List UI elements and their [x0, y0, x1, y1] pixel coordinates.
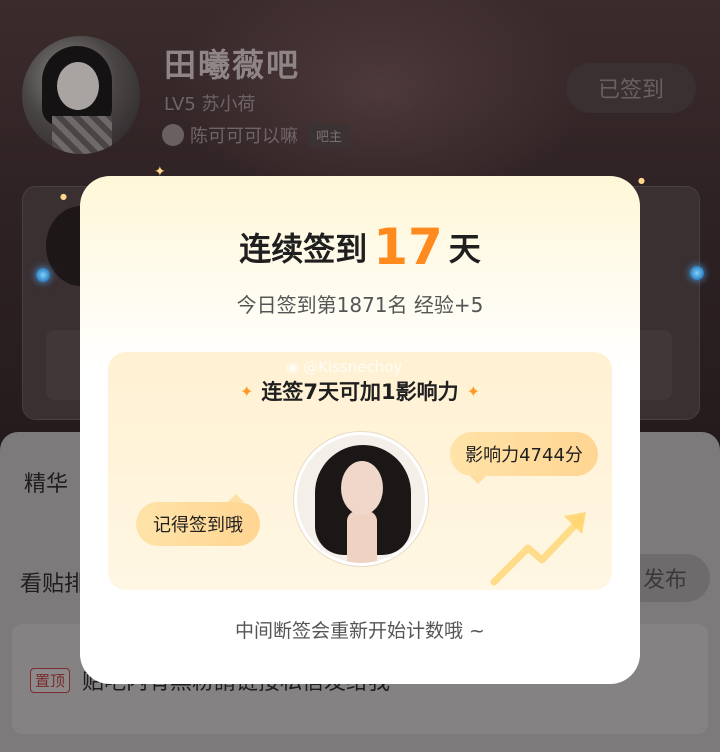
streak-reset-note: 中间断签会重新开始计数哦 ~ [235, 620, 485, 642]
orb-icon [690, 266, 704, 280]
watermark-text: @Kissnechoy [303, 358, 403, 376]
bonus-text: 连签7天可加1影响力 [261, 380, 459, 404]
sparkle-icon: ✦ [466, 382, 481, 401]
weibo-icon: ◉ [286, 358, 300, 376]
bonus-heading: ✦ 连签7天可加1影响力 ✦ [108, 376, 612, 406]
sparkle-icon: ✦ [239, 382, 254, 401]
pinned-badge: 置顶 [30, 668, 71, 693]
owner-name: 陈可可可以嘛 [190, 126, 298, 147]
streak-title-prefix: 连续签到 [239, 230, 368, 268]
forum-owner[interactable]: 陈可可可以嘛 吧主 [162, 122, 351, 148]
forum-avatar[interactable] [22, 36, 140, 154]
tab-featured[interactable]: 精华 [24, 466, 68, 498]
orb-icon [36, 268, 50, 282]
sign-in-rank: 今日签到第1871名 经验+5 [236, 293, 484, 317]
bonus-card: ✦ 连签7天可加1影响力 ✦ 影响力4744分 记得签到哦 [108, 352, 612, 590]
user-avatar [294, 432, 428, 566]
signed-in-button[interactable]: 已签到 [566, 63, 696, 113]
owner-badge: 吧主 [308, 123, 351, 147]
sparkle-icon: ● [60, 192, 67, 201]
sign-in-success-modal: 连续签到 17 天 今日签到第1871名 经验+5 ✦ 连签7天可加1影响力 ✦ 影响力… [80, 176, 640, 684]
remember-bubble: 记得签到哦 [136, 494, 260, 546]
streak-title: 连续签到 17 天 [80, 218, 640, 276]
forum-level: LV5 苏小荷 [164, 94, 256, 115]
owner-avatar [162, 124, 184, 146]
streak-title-suffix: 天 [448, 230, 481, 268]
watermark: ◉ @Kissnechoy [286, 358, 402, 376]
streak-days: 17 [373, 218, 443, 276]
forum-title: 田曦薇吧 [164, 46, 301, 84]
sparkle-icon: ● [638, 176, 645, 185]
tab-view-posts[interactable]: 看贴排 [20, 566, 86, 598]
influence-bubble: 影响力4744分 [450, 432, 598, 484]
trend-arrow-icon [490, 512, 586, 586]
